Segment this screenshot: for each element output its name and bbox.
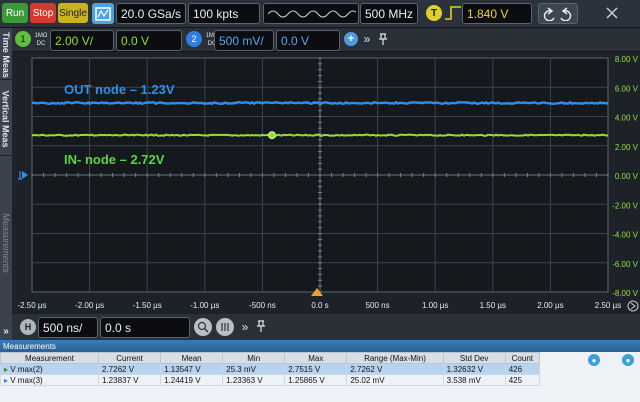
in-node-annotation: IN- node – 2.72V <box>64 152 165 167</box>
out-node-trace <box>31 100 609 106</box>
x-tick-label: 1.00 µs <box>422 301 448 310</box>
y-tick-label: 2.00 V <box>615 143 639 152</box>
pin-horizontal-icon[interactable] <box>254 319 268 333</box>
run-button[interactable]: Run <box>2 3 28 23</box>
measurements-table: Measurement Current Mean Min Max Range (… <box>0 352 541 386</box>
panel-settings-icon[interactable]: ● <box>588 354 600 366</box>
tab-measurements[interactable]: Measurements <box>0 188 12 298</box>
x-tick-label: -1.50 µs <box>133 301 162 310</box>
x-tick-label: 500 ns <box>366 301 390 310</box>
table-cell: 3.538 mV <box>442 374 506 386</box>
zoom-icon[interactable] <box>194 318 212 336</box>
panel-close-icon[interactable]: ● <box>622 354 634 366</box>
table-cell: 25.02 mV <box>346 374 444 386</box>
add-channel-icon[interactable]: + <box>344 32 358 46</box>
ch1-offset-field[interactable]: 0.0 V <box>116 30 182 51</box>
measurements-title: Measurements <box>0 340 640 352</box>
bandwidth-field[interactable]: 500 MHz <box>360 3 418 24</box>
acquisition-icon[interactable] <box>92 3 114 24</box>
expand-channels-icon[interactable]: » <box>360 31 374 47</box>
col-measurement[interactable]: Measurement <box>0 352 99 364</box>
side-expand-icon[interactable]: » <box>0 324 12 338</box>
undo-icon[interactable] <box>538 3 578 24</box>
table-cell: 1.24419 V <box>160 374 224 386</box>
horizontal-bar: H 500 ns/ 0.0 s » <box>12 314 640 340</box>
table-cell: 426 <box>504 363 541 375</box>
oscilloscope-app: Run Stop Single 20.0 GSa/s 100 kpts 500 … <box>0 0 640 402</box>
trigger-point-marker[interactable] <box>268 131 276 140</box>
table-cell: 1.25865 V <box>284 374 348 386</box>
expand-horizontal-icon[interactable]: » <box>238 318 252 336</box>
ch1-icon[interactable]: 1 <box>15 31 31 47</box>
x-tick-label: -2.00 µs <box>75 301 104 310</box>
trigger-edge-icon[interactable] <box>444 4 462 22</box>
x-tick-label: 2.50 µs <box>595 301 621 310</box>
tab-vertical-meas[interactable]: Vertical Meas <box>0 82 12 156</box>
col-mean[interactable]: Mean <box>160 352 224 364</box>
trigger-level-field[interactable]: 1.840 V <box>462 3 532 24</box>
y-tick-label: -4.00 V <box>612 231 638 240</box>
col-std-dev[interactable]: Std Dev <box>442 352 506 364</box>
ch2-scale-field[interactable]: 500 mV/ <box>214 30 274 51</box>
reference-icon[interactable] <box>216 318 234 336</box>
measurements-header-row: Measurement Current Mean Min Max Range (… <box>0 352 541 364</box>
y-tick-label: -8.00 V <box>612 289 638 298</box>
x-tick-label: 2.00 µs <box>537 301 563 310</box>
channel-bar: 1 1MΩ DC 2.00 V/ 0.0 V 2 1MΩ DC 500 mV/ 0.… <box>12 28 640 52</box>
x-tick-label: -500 ns <box>249 301 276 310</box>
y-tick-label: 4.00 V <box>615 114 639 123</box>
x-tick-label: 1.50 µs <box>480 301 506 310</box>
sample-rate-field[interactable]: 20.0 GSa/s <box>116 3 186 24</box>
measurement-name: ▸ V max(3) <box>0 374 99 386</box>
y-tick-label: 8.00 V <box>615 55 639 64</box>
ch2-offset-field[interactable]: 0.0 V <box>276 30 340 51</box>
table-cell: 1.32632 V <box>442 363 506 375</box>
time-scale-field[interactable]: 500 ns/ <box>38 317 98 338</box>
col-max[interactable]: Max <box>284 352 348 364</box>
x-tick-label: -1.00 µs <box>190 301 219 310</box>
ch1-scale-field[interactable]: 2.00 V/ <box>50 30 114 51</box>
y-axis-ticks: 8.00 V 6.00 V 4.00 V 2.00 V 0.00 V -2.00 V -4.… <box>612 55 638 298</box>
y-tick-label: 6.00 V <box>615 84 639 93</box>
horizontal-icon[interactable]: H <box>20 319 36 335</box>
table-cell: 425 <box>504 374 541 386</box>
table-cell: 2.7262 V <box>346 363 444 375</box>
side-tab-strip: Time Meas Vertical Meas Measurements » <box>0 28 12 340</box>
measurements-panel: Measurements Measurement Current Mean Mi… <box>0 340 640 402</box>
table-cell: 2.7515 V <box>284 363 348 375</box>
single-button[interactable]: Single <box>58 3 88 23</box>
col-count[interactable]: Count <box>504 352 541 364</box>
col-range[interactable]: Range (Max-Min) <box>346 352 444 364</box>
measurement-name: ▸ V max(2) <box>0 363 99 375</box>
y-tick-label: -6.00 V <box>612 260 638 269</box>
col-min[interactable]: Min <box>222 352 286 364</box>
table-cell: 1.23837 V <box>97 374 162 386</box>
table-cell: 1.13547 V <box>160 363 224 375</box>
stop-button[interactable]: Stop <box>30 3 56 23</box>
tab-time-meas[interactable]: Time Meas <box>0 30 12 80</box>
close-icon[interactable] <box>604 4 620 22</box>
waveform-preview[interactable] <box>263 3 359 24</box>
delay-field[interactable]: 0.0 s <box>100 317 190 338</box>
x-tick-label: 0.0 s <box>311 301 328 310</box>
y-tick-label: -2.00 V <box>612 201 638 210</box>
y-tick-label: 0.00 V <box>615 172 639 181</box>
in-node-trace <box>31 133 609 137</box>
table-row[interactable]: ▸ V max(3) 1.23837 V 1.24419 V 1.23363 V… <box>0 374 541 386</box>
x-tick-label: -2.50 µs <box>17 301 46 310</box>
table-row[interactable]: ▸ V max(2) 2.7262 V 1.13547 V 25.3 mV 2.… <box>0 363 541 375</box>
trigger-icon[interactable]: T <box>426 5 442 21</box>
ch1-coupling: 1MΩ DC <box>34 33 48 47</box>
ch2-icon[interactable]: 2 <box>186 31 202 47</box>
col-current[interactable]: Current <box>97 352 162 364</box>
memory-depth-field[interactable]: 100 kpts <box>188 3 260 24</box>
out-node-annotation: OUT node – 1.23V <box>64 82 175 97</box>
waveform-display[interactable]: 8.00 V 6.00 V 4.00 V 2.00 V 0.00 V -2.00 V -4.… <box>12 52 640 314</box>
top-toolbar: Run Stop Single 20.0 GSa/s 100 kpts 500 … <box>0 0 640 28</box>
table-cell: 1.23363 V <box>222 374 286 386</box>
table-cell: 2.7262 V <box>97 363 162 375</box>
table-cell: 25.3 mV <box>222 363 286 375</box>
pin-icon[interactable] <box>376 32 390 46</box>
